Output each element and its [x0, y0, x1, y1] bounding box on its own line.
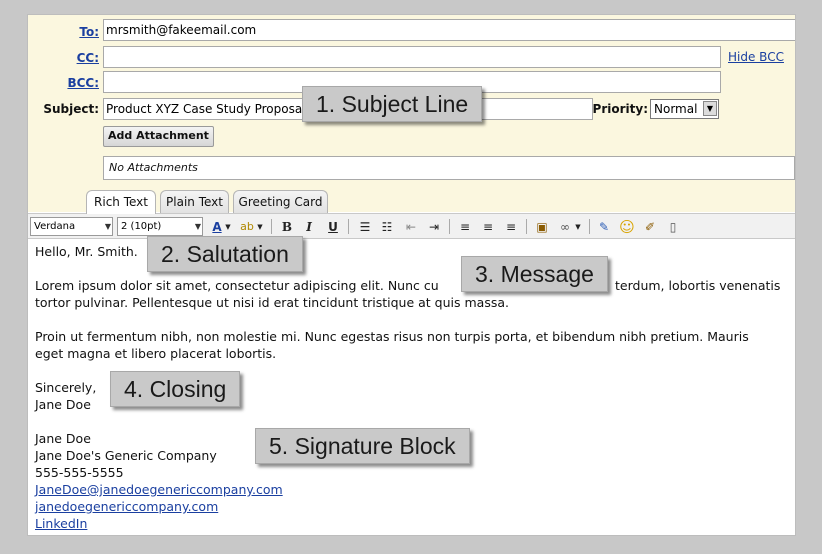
outdent-icon[interactable]: ⇤: [402, 218, 420, 236]
chevron-down-icon[interactable]: ▼: [224, 218, 232, 236]
to-field[interactable]: mrsmith@fakeemail.com: [103, 19, 795, 41]
bcc-label[interactable]: BCC:: [58, 76, 99, 90]
paragraph-1-tail: terdum, lobortis venenatis: [615, 278, 781, 293]
paragraph-1-start: Lorem ipsum dolor sit amet, consectetur …: [35, 278, 439, 293]
toolbar-divider: [526, 219, 527, 234]
spellcheck-icon[interactable]: ✎: [595, 218, 613, 236]
italic-button[interactable]: I: [300, 218, 318, 236]
font-size-value: 2 (10pt): [121, 221, 162, 232]
priority-value: Normal: [654, 102, 698, 116]
closing-name: Jane Doe: [35, 397, 91, 412]
paragraph-1: Lorem ipsum dolor sit amet, consectetur …: [35, 277, 787, 311]
bold-button[interactable]: B: [278, 218, 296, 236]
tab-plain-text[interactable]: Plain Text: [160, 190, 229, 213]
signature-company: Jane Doe's Generic Company: [35, 448, 217, 463]
paragraph-1-line-2: tortor pulvinar. Pellentesque ut nisi id…: [35, 295, 509, 310]
tab-rich-text[interactable]: Rich Text: [86, 190, 156, 214]
callout-message: 3. Message: [461, 256, 608, 292]
attachments-box: No Attachments: [103, 156, 795, 180]
toolbar-divider: [589, 219, 590, 234]
align-right-icon[interactable]: ≡: [502, 218, 520, 236]
add-attachment-button[interactable]: Add Attachment: [103, 126, 214, 147]
numbered-list-icon[interactable]: ☰: [356, 218, 374, 236]
hide-bcc-link[interactable]: Hide BCC: [728, 50, 784, 64]
signature-name: Jane Doe: [35, 431, 91, 446]
new-page-icon[interactable]: ▯: [664, 218, 682, 236]
tab-greeting-card[interactable]: Greeting Card: [233, 190, 328, 213]
chevron-down-icon: ▼: [194, 222, 201, 231]
paste-icon[interactable]: ▣: [533, 218, 551, 236]
signature-website-link[interactable]: janedoegenericcompany.com: [35, 498, 787, 515]
underline-button[interactable]: U: [324, 218, 342, 236]
font-family-select[interactable]: Verdana ▼: [30, 217, 113, 236]
signature-phone: 555-555-5555: [35, 465, 124, 480]
callout-closing: 4. Closing: [110, 371, 241, 407]
subject-label: Subject:: [43, 102, 99, 116]
signature-linkedin-link[interactable]: LinkedIn: [35, 515, 787, 532]
toolbar-divider: [348, 219, 349, 234]
chevron-down-icon[interactable]: ▼: [256, 218, 264, 236]
font-size-select[interactable]: 2 (10pt) ▼: [117, 217, 203, 236]
formatting-toolbar: Verdana ▼ 2 (10pt) ▼ A ▼ ab ▼ B I U ☰ ☷ …: [28, 213, 795, 239]
priority-label: Priority:: [592, 102, 648, 116]
to-label[interactable]: To:: [68, 25, 99, 39]
link-icon[interactable]: ∞: [556, 218, 574, 236]
stationery-icon[interactable]: ✐: [641, 218, 659, 236]
bullet-list-icon[interactable]: ☷: [378, 218, 396, 236]
highlight-icon[interactable]: ab: [238, 218, 256, 236]
cc-label[interactable]: CC:: [68, 51, 99, 65]
align-center-icon[interactable]: ≡: [479, 218, 497, 236]
callout-signature-block: 5. Signature Block: [255, 428, 470, 464]
callout-subject-line: 1. Subject Line: [302, 86, 483, 122]
font-family-value: Verdana: [34, 221, 76, 232]
indent-icon[interactable]: ⇥: [425, 218, 443, 236]
cc-field[interactable]: [103, 46, 721, 68]
align-left-icon[interactable]: ≡: [456, 218, 474, 236]
paragraph-2-line-1: Proin ut fermentum nibh, non molestie mi…: [35, 329, 749, 344]
closing-text: Sincerely,: [35, 380, 97, 395]
chevron-down-icon: ▼: [104, 222, 111, 231]
toolbar-divider: [271, 219, 272, 234]
callout-salutation: 2. Salutation: [147, 236, 303, 272]
smiley-icon[interactable]: ☺: [618, 218, 636, 236]
signature-email-link[interactable]: JaneDoe@janedoegenericcompany.com: [35, 481, 787, 498]
paragraph-2: Proin ut fermentum nibh, non molestie mi…: [35, 328, 787, 362]
toolbar-divider: [449, 219, 450, 234]
chevron-down-icon: ▼: [703, 101, 717, 116]
chevron-down-icon[interactable]: ▼: [574, 218, 582, 236]
paragraph-2-line-2: eget magna et libero placerat lobortis.: [35, 346, 277, 361]
priority-select[interactable]: Normal ▼: [650, 99, 719, 119]
